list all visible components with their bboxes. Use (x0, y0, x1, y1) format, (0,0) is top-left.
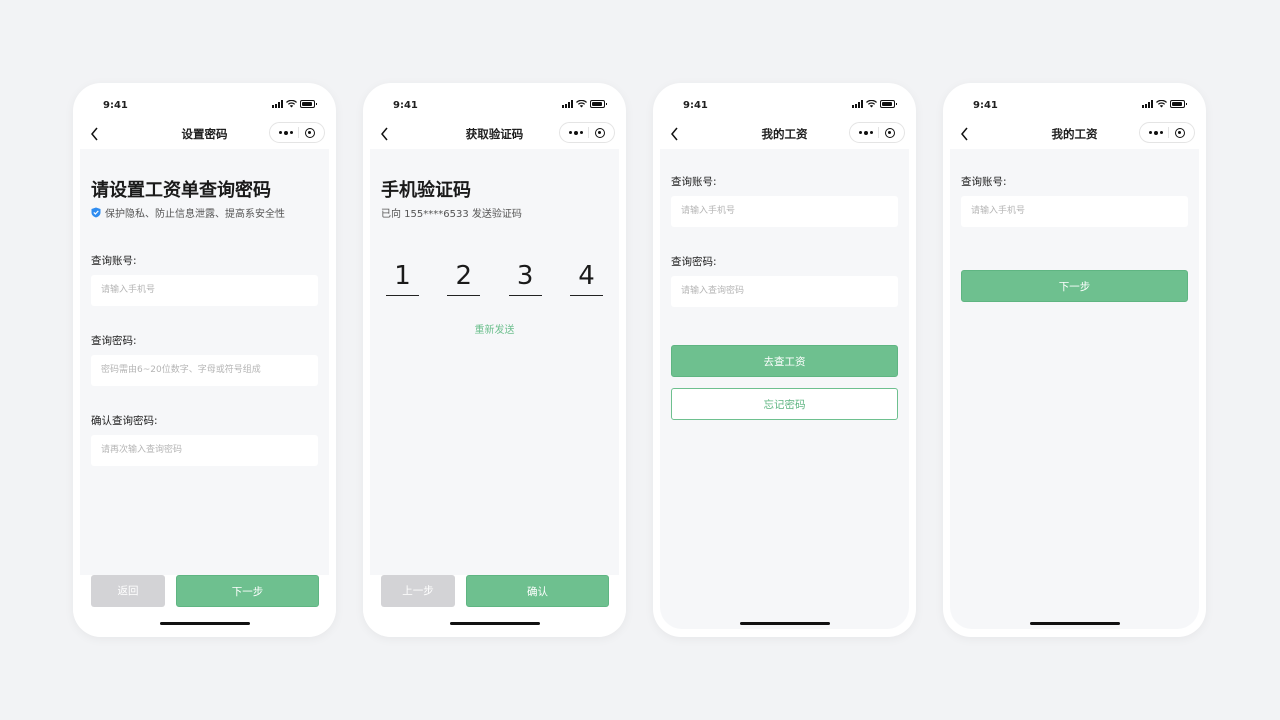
status-icons (1142, 100, 1187, 108)
page-title: 请设置工资单查询密码 (91, 180, 271, 201)
code-cell[interactable]: 2 (447, 259, 481, 296)
page-title: 手机验证码 (381, 180, 471, 201)
password-input[interactable]: 密码需由6~20位数字、字母或符号组成 (91, 355, 318, 386)
footer-bar: 上一步 确认 (363, 575, 626, 637)
account-label: 查询账号: (91, 255, 137, 267)
confirm-button[interactable]: 确认 (466, 575, 609, 607)
signal-icon (272, 100, 283, 108)
code-cell[interactable]: 1 (386, 259, 419, 296)
shield-check-icon (91, 207, 101, 218)
more-dots-icon[interactable] (568, 130, 583, 135)
signal-icon (852, 100, 863, 108)
password-label: 查询密码: (671, 256, 717, 268)
status-icons (272, 100, 317, 108)
close-target-icon[interactable] (305, 127, 316, 138)
page-content: 手机验证码 已向 155****6533 发送验证码 1 2 3 4 重新发送 (370, 149, 619, 629)
code-cell[interactable]: 3 (508, 259, 542, 296)
account-input[interactable]: 请输入手机号 (91, 275, 318, 306)
phone-set-password: 9:41 设置密码 请设置工资单查询密码 保护隐私、防止信息泄露、提高系安全性 … (73, 83, 336, 637)
battery-icon (300, 100, 317, 108)
battery-icon (1170, 100, 1187, 108)
page-subtitle: 保护隐私、防止信息泄露、提高系安全性 (91, 205, 285, 220)
battery-icon (880, 100, 897, 108)
home-indicator (449, 622, 540, 625)
mini-program-capsule (269, 122, 325, 143)
previous-button[interactable]: 上一步 (381, 575, 455, 607)
password-input[interactable]: 请输入查询密码 (671, 276, 898, 307)
more-dots-icon[interactable] (858, 130, 873, 135)
status-icons (562, 100, 607, 108)
status-time: 9:41 (683, 100, 708, 111)
next-button[interactable]: 下一步 (176, 575, 319, 607)
page-content: 查询账号: 请输入手机号 下一步 (950, 149, 1199, 629)
account-label: 查询账号: (961, 176, 1007, 188)
code-cell[interactable]: 4 (569, 259, 603, 296)
resend-link[interactable]: 重新发送 (370, 321, 619, 336)
mini-program-capsule (559, 122, 615, 143)
confirm-password-input[interactable]: 请再次输入查询密码 (91, 435, 318, 466)
mini-program-capsule (849, 122, 905, 143)
phone-my-salary-account: 9:41 我的工资 查询账号: 请输入手机号 下一步 (943, 83, 1206, 637)
phone-verify-code: 9:41 获取验证码 手机验证码 已向 155****6533 发送验证码 1 … (363, 83, 626, 637)
wifi-icon (1156, 100, 1167, 108)
wifi-icon (286, 100, 297, 108)
footer-bar: 返回 下一步 (73, 575, 336, 637)
home-indicator (159, 622, 250, 625)
wifi-icon (576, 100, 587, 108)
wifi-icon (866, 100, 877, 108)
account-input[interactable]: 请输入手机号 (961, 196, 1188, 227)
home-indicator (739, 622, 830, 625)
phone-my-salary-login: 9:41 我的工资 查询账号: 请输入手机号 查询密码: 请输入查询密码 去查工… (653, 83, 916, 637)
close-target-icon[interactable] (595, 127, 606, 138)
status-time: 9:41 (103, 100, 128, 111)
close-target-icon[interactable] (885, 127, 896, 138)
page-content: 请设置工资单查询密码 保护隐私、防止信息泄露、提高系安全性 查询账号: 请输入手… (80, 149, 329, 629)
close-target-icon[interactable] (1175, 127, 1186, 138)
next-button[interactable]: 下一步 (961, 270, 1188, 302)
forgot-password-button[interactable]: 忘记密码 (671, 388, 898, 420)
status-icons (852, 100, 897, 108)
page-subtitle: 已向 155****6533 发送验证码 (381, 209, 522, 220)
confirm-password-label: 确认查询密码: (91, 415, 158, 427)
signal-icon (562, 100, 573, 108)
verification-code-row[interactable]: 1 2 3 4 (386, 259, 603, 296)
check-salary-button[interactable]: 去查工资 (671, 345, 898, 377)
back-button[interactable]: 返回 (91, 575, 165, 607)
account-input[interactable]: 请输入手机号 (671, 196, 898, 227)
mini-program-capsule (1139, 122, 1195, 143)
page-content: 查询账号: 请输入手机号 查询密码: 请输入查询密码 去查工资 忘记密码 (660, 149, 909, 629)
signal-icon (1142, 100, 1153, 108)
more-dots-icon[interactable] (278, 130, 293, 135)
account-label: 查询账号: (671, 176, 717, 188)
status-time: 9:41 (393, 100, 418, 111)
password-label: 查询密码: (91, 335, 137, 347)
home-indicator (1029, 622, 1120, 625)
more-dots-icon[interactable] (1148, 130, 1163, 135)
status-time: 9:41 (973, 100, 998, 111)
battery-icon (590, 100, 607, 108)
